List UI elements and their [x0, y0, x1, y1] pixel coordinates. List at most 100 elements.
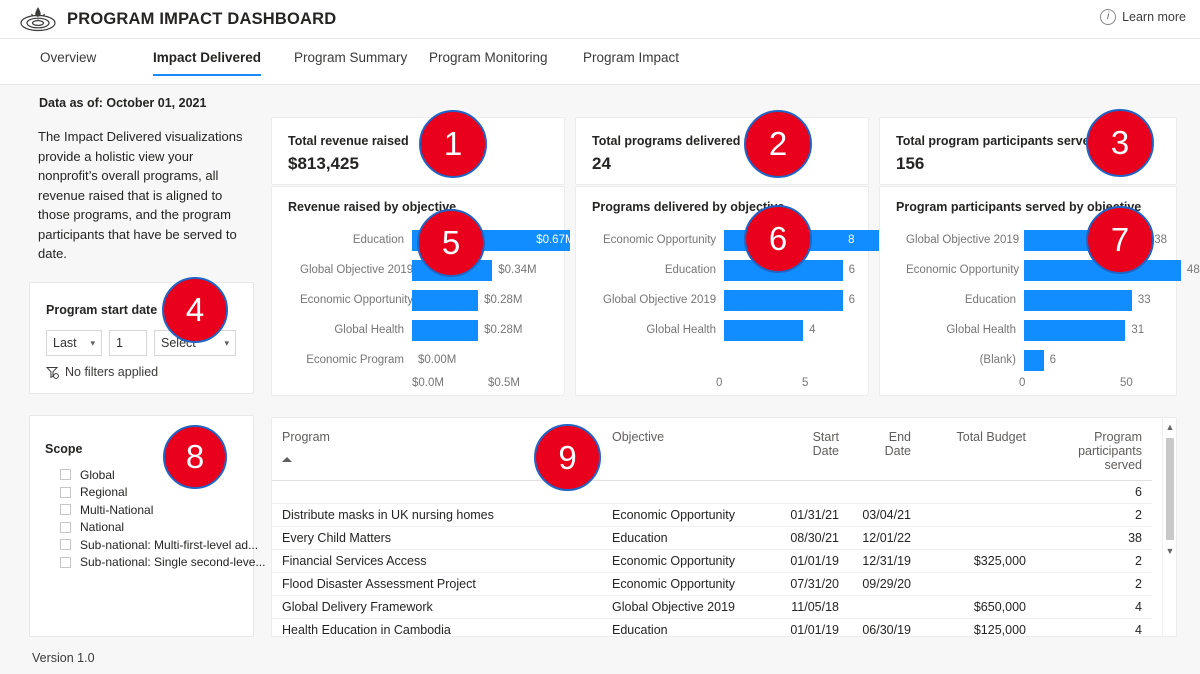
scope-checkbox-5[interactable]: Sub-national: Single second-leve... — [60, 554, 265, 571]
tab-overview[interactable]: Overview — [40, 50, 96, 74]
cell-objective: Economic Opportunity — [602, 573, 777, 596]
water-droplet-ripple-icon — [17, 4, 59, 34]
checkbox-icon[interactable] — [60, 557, 71, 568]
bar-value-label: 6 — [1050, 349, 1056, 371]
table-row[interactable]: Distribute masks in UK nursing homesEcon… — [272, 504, 1152, 527]
cell-total-budget — [921, 527, 1036, 550]
scrollbar-thumb[interactable] — [1166, 438, 1174, 540]
learn-more-link[interactable]: i Learn more — [1100, 9, 1186, 25]
scope-checkbox-list: Global Regional Multi-National National Sub-… — [60, 466, 265, 571]
bar-category-label: Economic Program — [300, 349, 404, 371]
column-header-end-date[interactable]: End Date — [849, 418, 921, 481]
scope-checkbox-1[interactable]: Regional — [60, 484, 265, 501]
cell-program: Health Education in Cambodia — [272, 619, 602, 638]
scope-label: Global — [80, 468, 115, 482]
bar[interactable] — [1024, 290, 1132, 311]
bar[interactable] — [724, 290, 843, 311]
tab-impact-delivered[interactable]: Impact Delivered — [153, 50, 261, 76]
bar-category-label: Global Objective 2019 — [603, 289, 716, 311]
checkbox-icon[interactable] — [60, 487, 71, 498]
axis-tick-label: $0.0M — [412, 377, 444, 389]
cell-objective: Economic Opportunity — [602, 504, 777, 527]
table-row[interactable]: Flood Disaster Assessment ProjectEconomi… — [272, 573, 1152, 596]
bar-value-label: 6 — [849, 259, 855, 281]
chart-revenue-by-objective[interactable]: Revenue raised by objective Education $0.… — [271, 186, 565, 396]
table-total-row[interactable]: 6 — [272, 481, 1152, 504]
axis-tick-label: 50 — [1120, 377, 1133, 389]
bar-value-label: 8 — [848, 229, 854, 251]
cell-end-date — [849, 481, 921, 504]
checkbox-icon[interactable] — [60, 469, 71, 480]
table-row[interactable]: Global Delivery FrameworkGlobal Objectiv… — [272, 596, 1152, 619]
scope-label: Sub-national: Multi-first-level ad... — [80, 538, 258, 552]
scope-checkbox-3[interactable]: National — [60, 519, 265, 536]
table-row[interactable]: Every Child MattersEducation08/30/2112/0… — [272, 527, 1152, 550]
cell-start-date: 11/05/18 — [777, 596, 849, 619]
bar-category-label: Education — [300, 229, 404, 251]
cell-objective — [602, 481, 777, 504]
column-header-objective[interactable]: Objective — [602, 418, 777, 481]
bar[interactable] — [412, 290, 478, 311]
cell-program-participants-served: 6 — [1036, 481, 1152, 504]
chevron-down-icon[interactable]: ▼ — [1163, 544, 1177, 558]
bar-category-label: Economic Opportunity — [603, 229, 716, 251]
date-count-input[interactable]: 1 — [109, 330, 147, 356]
chart-title: Revenue raised by objective — [288, 200, 456, 214]
scope-label: Regional — [80, 485, 127, 499]
cell-total-budget — [921, 573, 1036, 596]
filter-icon — [46, 366, 59, 379]
cell-start-date — [777, 481, 849, 504]
tab-program-impact[interactable]: Program Impact — [583, 50, 679, 74]
kpi-card-revenue[interactable]: Total revenue raised $813,425 — [271, 117, 565, 185]
column-header-total-budget[interactable]: Total Budget — [921, 418, 1036, 481]
column-header-program-participants-served[interactable]: Program participants served — [1036, 418, 1152, 481]
program-details-table[interactable]: ProgramObjectiveStart DateEnd DateTotal … — [271, 417, 1177, 637]
bar-category-label: Global Health — [906, 319, 1016, 341]
annotation-badge-5: 5 — [417, 209, 485, 277]
tab-program-summary[interactable]: Program Summary — [294, 50, 407, 74]
date-operator-dropdown[interactable]: Last ▾ — [46, 330, 102, 356]
table-body: 6Distribute masks in UK nursing homesEco… — [272, 481, 1152, 638]
column-header-label: Objective — [612, 430, 664, 444]
bar[interactable] — [412, 320, 478, 341]
bar[interactable] — [724, 320, 803, 341]
annotation-badge-2: 2 — [744, 110, 812, 178]
chevron-up-icon[interactable]: ▲ — [1163, 420, 1177, 434]
cell-start-date: 01/31/21 — [777, 504, 849, 527]
scope-checkbox-4[interactable]: Sub-national: Multi-first-level ad... — [60, 536, 265, 553]
cell-program: Financial Services Access — [272, 550, 602, 573]
axis-tick-label: 0 — [1019, 377, 1025, 389]
cell-total-budget: $125,000 — [921, 619, 1036, 638]
table-row[interactable]: Financial Services AccessEconomic Opport… — [272, 550, 1152, 573]
cell-end-date: 06/30/19 — [849, 619, 921, 638]
scope-label: Multi-National — [80, 503, 153, 517]
scope-checkbox-2[interactable]: Multi-National — [60, 501, 265, 518]
scope-label: National — [80, 520, 124, 534]
cell-objective: Education — [602, 527, 777, 550]
date-operator-value: Last — [53, 336, 77, 350]
kpi-card-programs[interactable]: Total programs delivered 24 — [575, 117, 869, 185]
table-row[interactable]: Health Education in CambodiaEducation01/… — [272, 619, 1152, 638]
kpi-value: $813,425 — [288, 154, 359, 174]
column-header-start-date[interactable]: Start Date — [777, 418, 849, 481]
bar[interactable] — [1024, 320, 1125, 341]
sort-ascending-icon — [282, 457, 292, 462]
cell-program-participants-served: 2 — [1036, 573, 1152, 596]
cell-objective: Economic Opportunity — [602, 550, 777, 573]
chart-programs-by-objective[interactable]: Programs delivered by objective Economic… — [575, 186, 869, 396]
cell-start-date: 07/31/20 — [777, 573, 849, 596]
data-as-of-label: Data as of: October 01, 2021 — [39, 96, 206, 110]
bar[interactable] — [1024, 350, 1044, 371]
cell-start-date: 01/01/19 — [777, 550, 849, 573]
info-icon: i — [1100, 9, 1116, 25]
checkbox-icon[interactable] — [60, 539, 71, 550]
learn-more-label: Learn more — [1122, 10, 1186, 24]
cell-end-date: 09/29/20 — [849, 573, 921, 596]
tab-program-monitoring[interactable]: Program Monitoring — [429, 50, 548, 74]
checkbox-icon[interactable] — [60, 504, 71, 515]
chevron-down-icon: ▾ — [216, 338, 229, 349]
checkbox-icon[interactable] — [60, 522, 71, 533]
filter-status-label: No filters applied — [65, 365, 158, 379]
table-scrollbar[interactable]: ▲ ▼ — [1162, 418, 1176, 637]
scope-checkbox-0[interactable]: Global — [60, 466, 265, 483]
